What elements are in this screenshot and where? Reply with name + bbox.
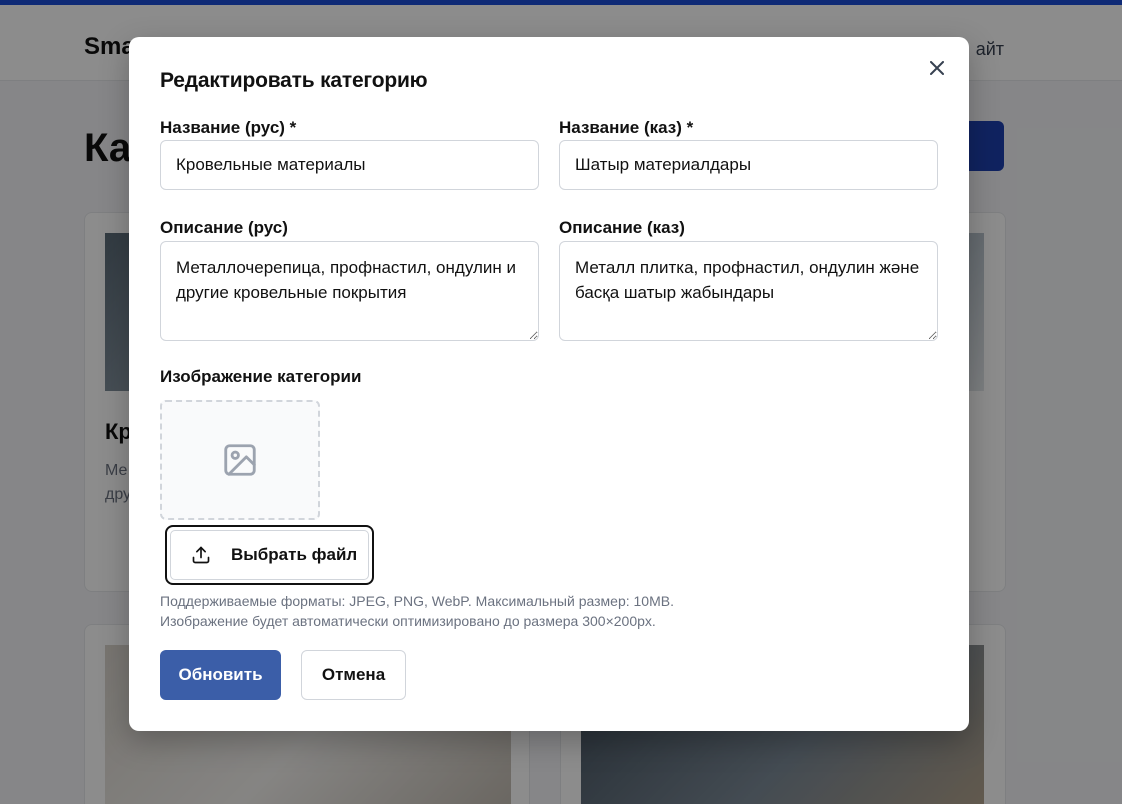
choose-file-button-inner: Выбрать файл — [170, 530, 369, 580]
name-ru-label: Название (рус) * — [160, 118, 297, 137]
image-icon — [224, 444, 256, 476]
close-button[interactable] — [926, 57, 948, 79]
desc-ru-textarea[interactable]: Металлочерепица, профнастил, ондулин и д… — [160, 241, 539, 341]
desc-kz-label: Описание (каз) — [559, 218, 685, 237]
modal-title: Редактировать категорию — [160, 69, 428, 92]
name-kz-input[interactable] — [559, 140, 938, 190]
name-ru-input[interactable] — [160, 140, 539, 190]
desc-kz-textarea[interactable]: Металл плитка, профнастил, ондулин және … — [559, 241, 938, 341]
image-label: Изображение категории — [160, 367, 362, 386]
desc-ru-label: Описание (рус) — [160, 218, 288, 237]
image-hint-formats: Поддерживаемые форматы: JPEG, PNG, WebP.… — [160, 593, 674, 609]
cancel-button[interactable]: Отмена — [301, 650, 406, 700]
choose-file-button[interactable]: Выбрать файл — [165, 525, 374, 585]
edit-category-modal: Редактировать категорию Название (рус) *… — [129, 37, 969, 731]
update-button[interactable]: Обновить — [160, 650, 281, 700]
image-preview — [160, 400, 320, 520]
image-hint-optimize: Изображение будет автоматически оптимизи… — [160, 613, 656, 629]
name-kz-label: Название (каз) * — [559, 118, 694, 137]
close-icon — [930, 61, 944, 75]
upload-icon — [192, 546, 210, 564]
choose-file-label: Выбрать файл — [231, 545, 358, 564]
